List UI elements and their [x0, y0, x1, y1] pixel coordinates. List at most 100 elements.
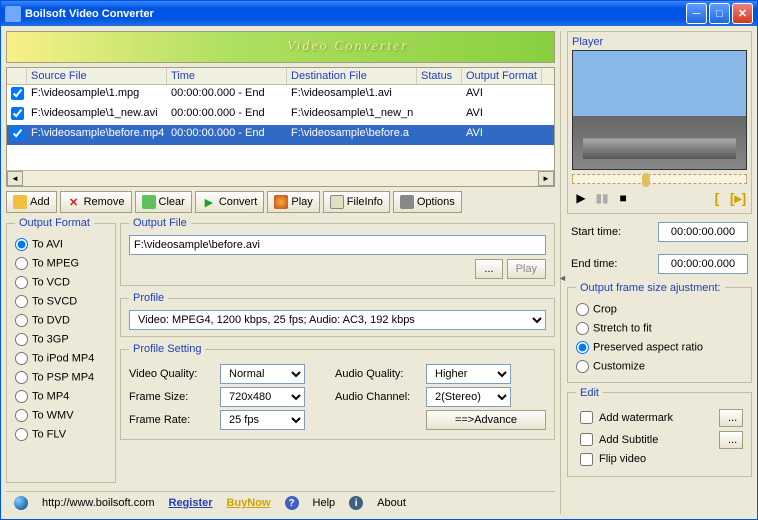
end-time-input[interactable] — [658, 254, 748, 274]
output-file-input[interactable] — [129, 235, 546, 255]
help-icon: ? — [285, 496, 299, 510]
scroll-right-icon[interactable]: ► — [538, 171, 554, 186]
subtitle-config-button[interactable]: ... — [719, 431, 743, 449]
watermark-config-button[interactable]: ... — [719, 409, 743, 427]
website-link[interactable]: http://www.boilsoft.com — [42, 497, 155, 509]
help-link[interactable]: Help — [313, 497, 336, 509]
scroll-left-icon[interactable]: ◄ — [7, 171, 23, 186]
profile-setting-legend: Profile Setting — [129, 343, 205, 355]
buynow-link[interactable]: BuyNow — [227, 497, 271, 509]
col-source[interactable]: Source File — [27, 68, 167, 84]
toolbar: Add ✕Remove Clear ▶Convert Play FileInfo… — [6, 191, 555, 213]
frame-size-option[interactable]: Customize — [576, 357, 743, 376]
profile-panel: Profile Video: MPEG4, 1200 kbps, 25 fps;… — [120, 292, 555, 337]
profile-setting-panel: Profile Setting Video Quality:Normal Fra… — [120, 343, 555, 440]
minimize-button[interactable]: ─ — [686, 3, 707, 24]
audio-quality-select[interactable]: Higher — [426, 364, 511, 384]
flip-checkbox[interactable] — [580, 453, 593, 466]
play-circle-icon — [274, 195, 288, 209]
footer: http://www.boilsoft.com Register BuyNow … — [6, 491, 555, 514]
output-format-option[interactable]: To PSP MP4 — [15, 368, 107, 387]
frame-size-option[interactable]: Preserved aspect ratio — [576, 338, 743, 357]
col-status[interactable]: Status — [417, 68, 462, 84]
remove-button[interactable]: ✕Remove — [60, 191, 132, 213]
add-button[interactable]: Add — [6, 191, 57, 213]
app-icon — [5, 6, 21, 22]
table-row[interactable]: F:\videosample\1_new.avi00:00:00.000 - E… — [7, 105, 554, 125]
output-format-option[interactable]: To AVI — [15, 235, 107, 254]
output-format-option[interactable]: To MPEG — [15, 254, 107, 273]
fileinfo-button[interactable]: FileInfo — [323, 191, 390, 213]
output-format-option[interactable]: To WMV — [15, 406, 107, 425]
output-play-button[interactable]: Play — [507, 259, 546, 279]
output-format-legend: Output Format — [15, 217, 94, 229]
browse-button[interactable]: ... — [475, 259, 502, 279]
col-destination[interactable]: Destination File — [287, 68, 417, 84]
video-quality-select[interactable]: Normal — [220, 364, 305, 384]
frame-size-legend: Output frame size ajustment: — [576, 282, 725, 294]
col-time[interactable]: Time — [167, 68, 287, 84]
advance-button[interactable]: ==>Advance — [426, 410, 546, 430]
start-time-input[interactable] — [658, 222, 748, 242]
edit-panel: Edit Add watermark... Add Subtitle... Fl… — [567, 387, 752, 477]
video-preview[interactable] — [572, 50, 747, 170]
refresh-icon — [142, 195, 156, 209]
titlebar[interactable]: Boilsoft Video Converter ─ □ ✕ — [1, 1, 757, 26]
frame-size-select[interactable]: 720x480 — [220, 387, 305, 407]
row-checkbox[interactable] — [11, 87, 24, 100]
output-format-panel: Output Format To AVITo MPEGTo VCDTo SVCD… — [6, 217, 116, 483]
player-panel: Player ▶ ▮▮ ■ [ [▸] — [567, 31, 752, 214]
mark-out-button[interactable]: [▸] — [729, 191, 747, 207]
player-pause-button[interactable]: ▮▮ — [593, 190, 611, 206]
output-file-panel: Output File ... Play — [120, 217, 555, 286]
about-link[interactable]: About — [377, 497, 406, 509]
end-time-label: End time: — [571, 258, 617, 270]
frame-size-option[interactable]: Crop — [576, 300, 743, 319]
watermark-checkbox[interactable] — [580, 411, 593, 424]
player-play-button[interactable]: ▶ — [572, 190, 590, 206]
splitter-handle[interactable]: ◄ — [558, 273, 567, 283]
folder-icon — [13, 195, 27, 209]
profile-legend: Profile — [129, 292, 168, 304]
file-icon — [330, 195, 344, 209]
col-format[interactable]: Output Format — [462, 68, 542, 84]
maximize-button[interactable]: □ — [709, 3, 730, 24]
output-format-option[interactable]: To FLV — [15, 425, 107, 444]
clear-button[interactable]: Clear — [135, 191, 192, 213]
row-checkbox[interactable] — [11, 127, 24, 140]
audio-channel-select[interactable]: 2(Stereo) — [426, 387, 511, 407]
table-row[interactable]: F:\videosample\1.mpg00:00:00.000 - EndF:… — [7, 85, 554, 105]
window-title: Boilsoft Video Converter — [25, 8, 686, 20]
play-button[interactable]: Play — [267, 191, 319, 213]
output-format-option[interactable]: To MP4 — [15, 387, 107, 406]
table-row[interactable]: F:\videosample\before.mp400:00:00.000 - … — [7, 125, 554, 145]
x-icon: ✕ — [67, 195, 81, 209]
output-format-option[interactable]: To VCD — [15, 273, 107, 292]
file-list-header: Source File Time Destination File Status… — [7, 68, 554, 85]
frame-rate-select[interactable]: 25 fps — [220, 410, 305, 430]
frame-size-panel: Output frame size ajustment: CropStretch… — [567, 282, 752, 383]
info-icon: i — [349, 496, 363, 510]
register-link[interactable]: Register — [169, 497, 213, 509]
globe-icon — [14, 496, 28, 510]
horizontal-scrollbar[interactable]: ◄ ► — [7, 170, 554, 186]
convert-button[interactable]: ▶Convert — [195, 191, 265, 213]
play-icon: ▶ — [202, 195, 216, 209]
seek-thumb[interactable] — [642, 173, 650, 187]
output-format-option[interactable]: To 3GP — [15, 330, 107, 349]
output-format-option[interactable]: To DVD — [15, 311, 107, 330]
file-list[interactable]: Source File Time Destination File Status… — [6, 67, 555, 187]
banner: Video Converter — [6, 31, 555, 63]
mark-in-button[interactable]: [ — [708, 190, 726, 206]
seek-bar[interactable] — [572, 174, 747, 184]
gear-icon — [400, 195, 414, 209]
close-button[interactable]: ✕ — [732, 3, 753, 24]
output-format-option[interactable]: To iPod MP4 — [15, 349, 107, 368]
frame-size-option[interactable]: Stretch to fit — [576, 319, 743, 338]
row-checkbox[interactable] — [11, 107, 24, 120]
player-stop-button[interactable]: ■ — [614, 190, 632, 206]
options-button[interactable]: Options — [393, 191, 462, 213]
output-format-option[interactable]: To SVCD — [15, 292, 107, 311]
subtitle-checkbox[interactable] — [580, 433, 593, 446]
profile-select[interactable]: Video: MPEG4, 1200 kbps, 25 fps; Audio: … — [129, 310, 546, 330]
